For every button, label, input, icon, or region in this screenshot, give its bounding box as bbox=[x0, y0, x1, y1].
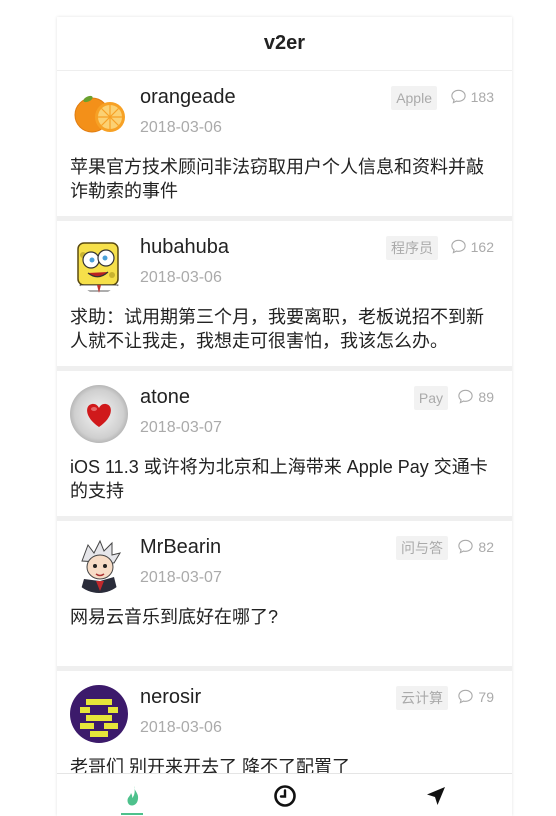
orange-avatar[interactable] bbox=[70, 85, 128, 143]
topic-title[interactable]: 苹果官方技术顾问非法窃取用户个人信息和资料并敲诈勒索的事件 bbox=[70, 155, 500, 203]
comment-count: 89 bbox=[457, 388, 494, 405]
comment-count: 183 bbox=[450, 88, 494, 105]
tab-hot[interactable] bbox=[57, 774, 209, 816]
comment-count-value: 89 bbox=[478, 388, 494, 405]
node-tag[interactable]: Pay bbox=[413, 386, 448, 410]
topic-title[interactable]: iOS 11.3 或许将为北京和上海带来 Apple Pay 交通卡的支持 bbox=[70, 455, 500, 503]
topic-title[interactable]: 网易云音乐到底好在哪了? bbox=[70, 605, 500, 629]
comment-icon bbox=[458, 539, 474, 554]
node-tag[interactable]: 程序员 bbox=[386, 236, 438, 260]
comment-count-value: 79 bbox=[478, 688, 494, 705]
topic-card[interactable]: atone 2018-03-07 Pay 89 iOS 11.3 或许将为北京和… bbox=[57, 371, 512, 516]
app-frame: v2er orangeade 2018-03-06 Apple 183 苹果官方… bbox=[57, 17, 512, 816]
active-tab-indicator bbox=[121, 813, 143, 815]
username[interactable]: nerosir bbox=[140, 686, 201, 709]
comment-icon bbox=[458, 689, 474, 704]
heart-avatar[interactable] bbox=[70, 385, 128, 443]
username[interactable]: MrBearin bbox=[140, 536, 221, 559]
tab-recent[interactable] bbox=[209, 774, 361, 816]
bottom-tab-bar bbox=[57, 773, 512, 816]
node-tag[interactable]: 云计算 bbox=[396, 686, 448, 710]
topic-title[interactable]: 求助：试用期第三个月，我要离职，老板说招不到新人就不让我走，我想走可很害怕，我该… bbox=[70, 305, 500, 353]
topic-list[interactable]: orangeade 2018-03-06 Apple 183 苹果官方技术顾问非… bbox=[57, 71, 512, 816]
cartoon-avatar[interactable] bbox=[70, 235, 128, 293]
username[interactable]: hubahuba bbox=[140, 236, 229, 259]
navigation-arrow-icon bbox=[427, 786, 446, 805]
tab-explore[interactable] bbox=[360, 774, 512, 816]
comment-count-value: 162 bbox=[470, 238, 494, 255]
node-tag[interactable]: Apple bbox=[391, 86, 437, 110]
comment-count-value: 82 bbox=[478, 538, 494, 555]
post-date: 2018-03-06 bbox=[140, 719, 222, 736]
comment-count: 162 bbox=[450, 238, 494, 255]
comment-icon bbox=[450, 239, 466, 254]
topic-card[interactable]: hubahuba 2018-03-06 程序员 162 求助：试用期第三个月，我… bbox=[57, 221, 512, 366]
topic-card[interactable]: MrBearin 2018-03-07 问与答 82 网易云音乐到底好在哪了? bbox=[57, 521, 512, 666]
pixel-avatar[interactable] bbox=[70, 685, 128, 743]
comment-icon bbox=[458, 389, 474, 404]
node-tag[interactable]: 问与答 bbox=[396, 536, 448, 560]
anime-avatar[interactable] bbox=[70, 535, 128, 593]
username[interactable]: orangeade bbox=[140, 86, 236, 109]
post-date: 2018-03-07 bbox=[140, 569, 222, 586]
clock-icon bbox=[273, 784, 296, 807]
post-date: 2018-03-06 bbox=[140, 119, 222, 136]
topic-card[interactable]: orangeade 2018-03-06 Apple 183 苹果官方技术顾问非… bbox=[57, 71, 512, 216]
username[interactable]: atone bbox=[140, 386, 190, 409]
app-header: v2er bbox=[57, 17, 512, 71]
comment-count-value: 183 bbox=[470, 88, 494, 105]
post-date: 2018-03-06 bbox=[140, 269, 222, 286]
app-title: v2er bbox=[263, 32, 306, 54]
flame-icon bbox=[127, 785, 138, 805]
post-date: 2018-03-07 bbox=[140, 419, 222, 436]
comment-count: 82 bbox=[457, 538, 494, 555]
comment-icon bbox=[450, 89, 466, 104]
comment-count: 79 bbox=[457, 688, 494, 705]
